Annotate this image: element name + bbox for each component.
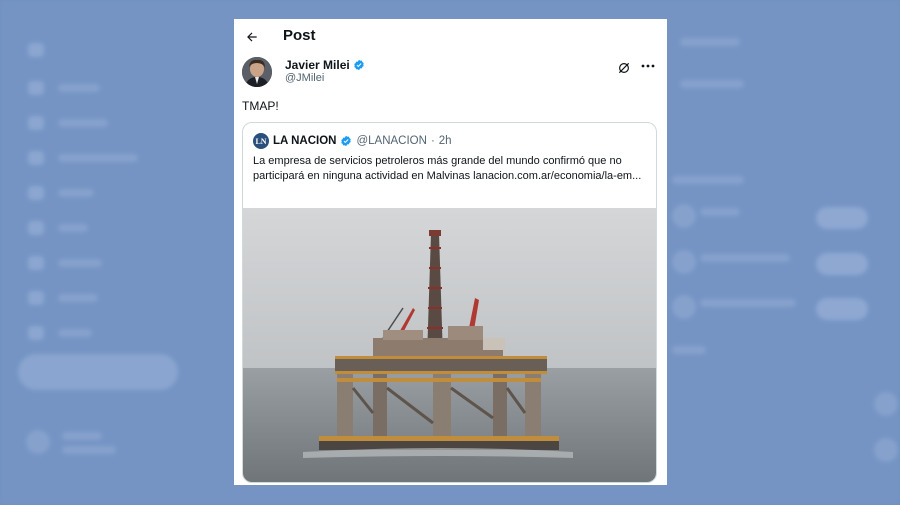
- bg-icon: [874, 438, 898, 462]
- avatar-image: [242, 57, 272, 87]
- quoted-author-handle: @LANACION: [356, 135, 427, 147]
- bg-text: [700, 254, 790, 262]
- bg-follow-button: [816, 253, 868, 275]
- bg-avatar: [672, 204, 696, 228]
- bg-nav-item: [28, 116, 108, 130]
- verified-badge-icon: [353, 59, 364, 71]
- bg-avatar: [672, 250, 696, 274]
- back-button[interactable]: [242, 27, 262, 47]
- bg-text: [62, 432, 102, 440]
- bg-nav-item: [28, 326, 92, 340]
- grok-icon[interactable]: [617, 61, 631, 75]
- more-icon[interactable]: [641, 61, 655, 72]
- quoted-post-text: La empresa de servicios petroleros más g…: [253, 155, 642, 182]
- bg-nav-item: [28, 186, 94, 200]
- bg-icon: [874, 392, 898, 416]
- arrow-left-icon: [247, 32, 257, 42]
- bg-text: [672, 346, 706, 354]
- bg-text: [700, 299, 796, 307]
- author-handle[interactable]: @JMilei: [285, 72, 324, 84]
- bg-nav-item: [28, 43, 44, 57]
- bg-nav-item: [28, 221, 88, 235]
- bg-text: [680, 80, 744, 88]
- post-text: TMAP!: [242, 99, 279, 113]
- post-author: Javier Milei @JMilei: [242, 57, 659, 93]
- bg-text: [700, 208, 740, 216]
- bg-post-button: [18, 354, 178, 390]
- bg-avatar: [672, 295, 696, 319]
- bg-text: [672, 176, 744, 184]
- post-card: Post Javier Milei @JMilei TMAP! LN LA NA…: [234, 19, 667, 485]
- quoted-post-header: LN LA NACION @LANACION · 2h: [253, 133, 452, 149]
- avatar[interactable]: [242, 57, 272, 87]
- quoted-post[interactable]: LN LA NACION @LANACION · 2h La empresa d…: [242, 122, 657, 483]
- separator-dot: ·: [430, 135, 435, 147]
- bg-nav-item: [28, 151, 138, 165]
- bg-text: [62, 446, 116, 454]
- bg-nav-item: [28, 256, 102, 270]
- quoted-author-name: LA NACION: [273, 135, 337, 147]
- quoted-timestamp: 2h: [438, 135, 452, 147]
- post-header: Post: [234, 19, 667, 55]
- page-title: Post: [283, 27, 316, 44]
- author-name[interactable]: Javier Milei: [285, 58, 350, 72]
- verified-badge-icon: [341, 135, 352, 147]
- oil-rig-photo[interactable]: [243, 208, 656, 482]
- bg-avatar: [26, 430, 50, 454]
- bg-nav-item: [28, 291, 98, 305]
- bg-follow-button: [816, 298, 868, 320]
- author-name-row: Javier Milei: [285, 58, 365, 72]
- bg-text: [680, 38, 740, 46]
- bg-follow-button: [816, 207, 868, 229]
- bg-nav-item: [28, 81, 100, 95]
- la-nacion-logo: LN: [253, 133, 269, 149]
